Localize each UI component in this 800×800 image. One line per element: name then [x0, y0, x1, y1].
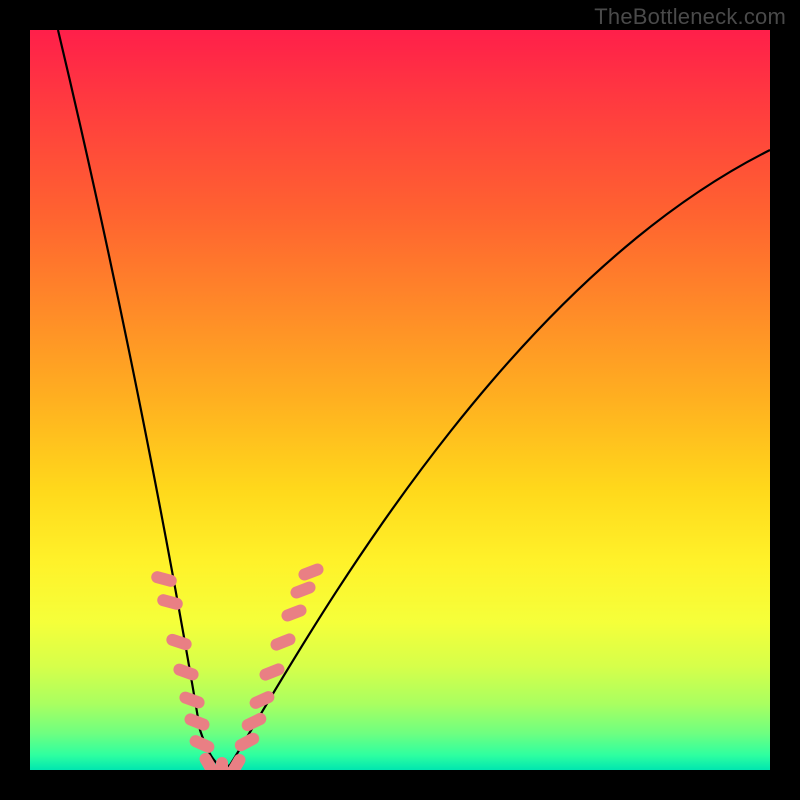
marker-dot — [172, 662, 201, 682]
marker-dot — [280, 603, 309, 624]
dip-curve — [58, 30, 770, 767]
plot-area — [30, 30, 770, 770]
marker-dot — [248, 689, 277, 711]
marker-dot — [297, 562, 326, 583]
marker-dot — [240, 711, 269, 733]
marker-dot — [216, 757, 228, 770]
marker-dot — [156, 593, 184, 611]
watermark-text: TheBottleneck.com — [594, 4, 786, 30]
marker-dot — [289, 580, 318, 601]
marker-dot — [150, 570, 178, 588]
marker-dot — [178, 690, 207, 710]
marker-dot — [269, 632, 298, 653]
marker-dot — [165, 632, 193, 651]
marker-dot — [233, 731, 262, 754]
chart-frame: TheBottleneck.com — [0, 0, 800, 800]
chart-svg — [30, 30, 770, 770]
